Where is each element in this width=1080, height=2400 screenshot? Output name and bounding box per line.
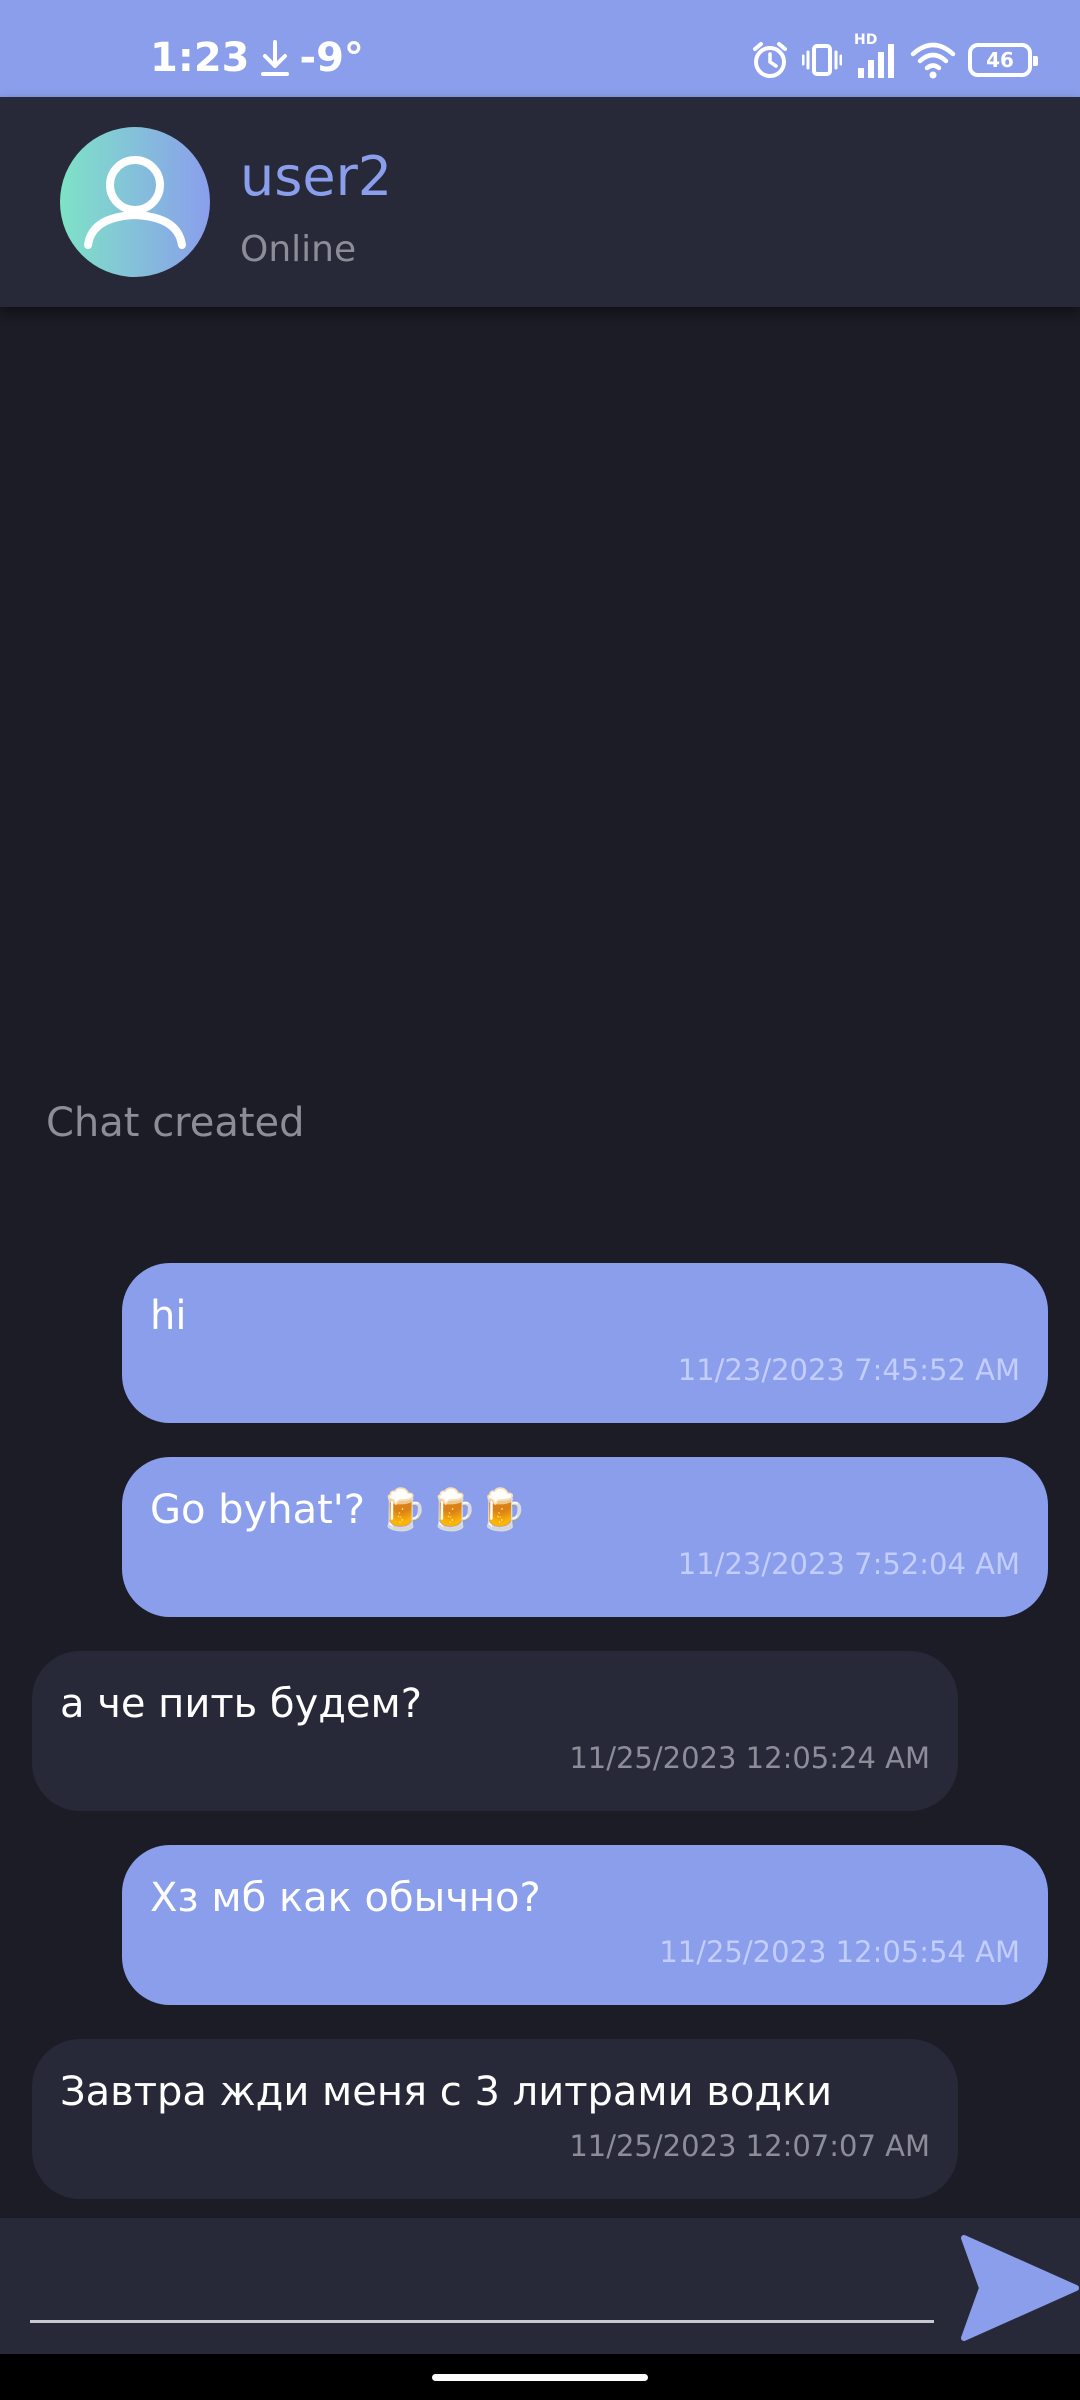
user-icon: [84, 156, 186, 249]
battery-icon: 46: [968, 43, 1038, 77]
status-left: 1:23 -9°: [150, 28, 364, 88]
message-text: Хз мб как обычно?: [150, 1875, 541, 1921]
contact-name[interactable]: user2: [240, 145, 392, 208]
home-indicator[interactable]: [432, 2374, 648, 2381]
message-bubble-incoming[interactable]: а че пить будем? 11/25/2023 12:05:24 AM: [32, 1651, 958, 1811]
message-text: hi: [150, 1293, 187, 1339]
message-input[interactable]: [30, 2258, 934, 2323]
message-timestamp: 11/23/2023 7:52:04 AM: [677, 1547, 1020, 1581]
message-bubble-incoming[interactable]: Завтра жди меня с 3 литрами водки 11/25/…: [32, 2039, 958, 2199]
alarm-icon: [753, 42, 787, 78]
message-text: Go byhat'? 🍺🍺🍺: [150, 1487, 528, 1533]
system-nav-bar: [0, 2354, 1080, 2400]
message-bubble-outgoing[interactable]: Хз мб как обычно? 11/25/2023 12:05:54 AM: [122, 1845, 1048, 2005]
message-timestamp: 11/23/2023 7:45:52 AM: [677, 1353, 1020, 1387]
battery-level: 46: [986, 48, 1014, 72]
status-temperature: -9°: [299, 35, 364, 81]
chat-created-note: Chat created: [46, 1100, 305, 1146]
message-timestamp: 11/25/2023 12:05:54 AM: [659, 1935, 1020, 1969]
vibrate-icon: [802, 44, 842, 76]
avatar[interactable]: [60, 127, 210, 277]
status-time: 1:23: [150, 35, 250, 81]
wifi-icon: [910, 42, 956, 79]
message-timestamp: 11/25/2023 12:05:24 AM: [569, 1741, 930, 1775]
send-button[interactable]: [960, 2232, 1080, 2344]
message-text: а че пить будем?: [60, 1681, 422, 1727]
message-text: Завтра жди меня с 3 литрами водки: [60, 2069, 833, 2115]
message-bubble-outgoing[interactable]: hi 11/23/2023 7:45:52 AM: [122, 1263, 1048, 1423]
status-bar: 1:23 -9° HD 46: [0, 0, 1080, 97]
status-right: HD 46: [750, 30, 1038, 90]
message-bubble-outgoing[interactable]: Go byhat'? 🍺🍺🍺 11/23/2023 7:52:04 AM: [122, 1457, 1048, 1617]
contact-status: Online: [240, 229, 357, 270]
chat-header: user2 Online: [0, 97, 1080, 307]
signal-icon: HD: [854, 32, 898, 82]
download-icon: [260, 40, 289, 76]
message-composer: [0, 2218, 1080, 2354]
message-timestamp: 11/25/2023 12:07:07 AM: [569, 2129, 930, 2163]
send-icon: [961, 2235, 1079, 2341]
